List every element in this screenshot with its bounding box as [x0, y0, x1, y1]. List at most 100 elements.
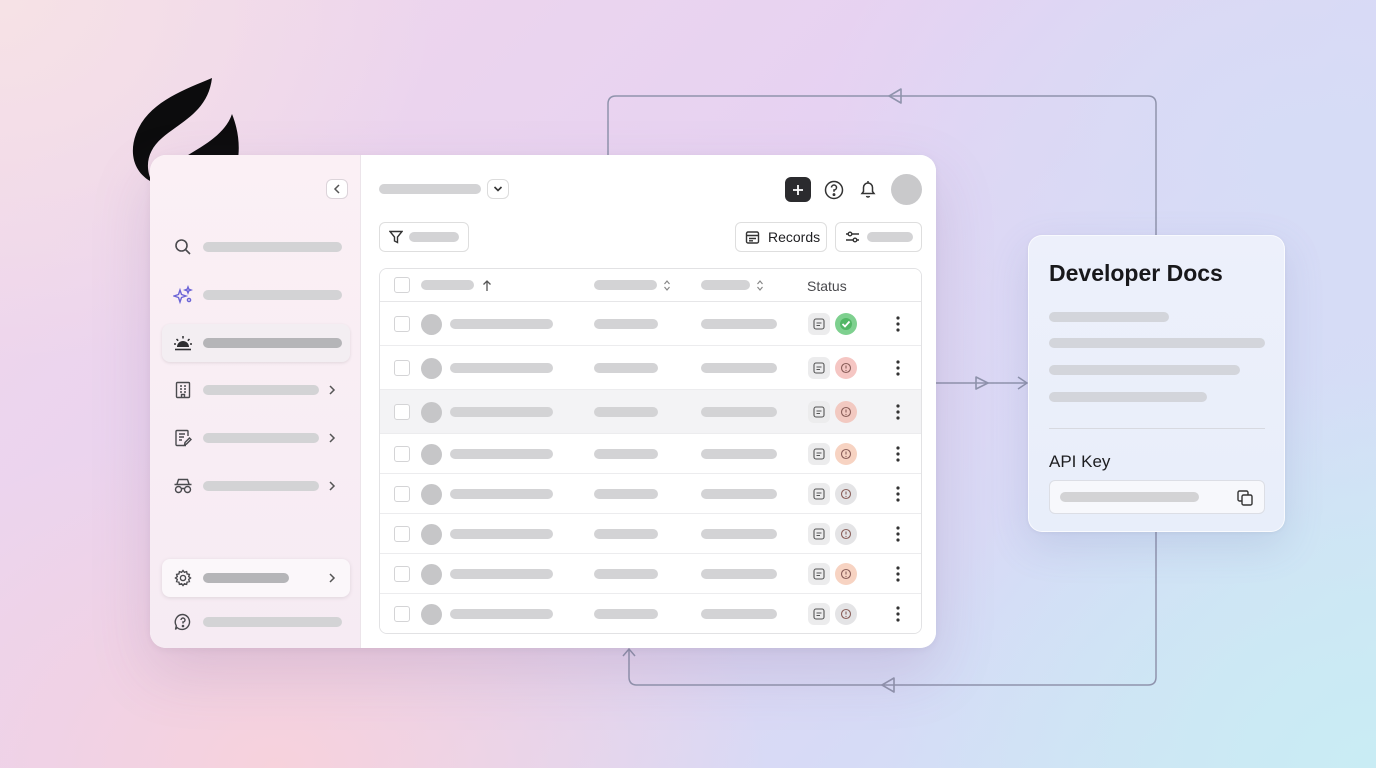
- row-cell: [701, 569, 777, 579]
- api-key-field[interactable]: [1049, 480, 1265, 514]
- chevron-right-icon: [329, 481, 336, 491]
- sidebar-item-label: [203, 242, 342, 252]
- column-header-name[interactable]: [421, 280, 474, 290]
- row-name: [450, 407, 553, 417]
- column-header-2[interactable]: [594, 280, 657, 290]
- row-checkbox[interactable]: [394, 606, 410, 622]
- filter-button[interactable]: [379, 222, 469, 252]
- sort-up-icon[interactable]: [482, 279, 492, 292]
- row-checkbox[interactable]: [394, 360, 410, 376]
- column-header-3[interactable]: [701, 280, 750, 290]
- status-indicator-icon: [835, 483, 857, 505]
- table-body: [380, 302, 921, 633]
- row-menu-icon[interactable]: [892, 484, 904, 504]
- add-button[interactable]: [785, 177, 811, 202]
- table-row[interactable]: [380, 434, 921, 474]
- row-menu-icon[interactable]: [892, 402, 904, 422]
- select-all-checkbox[interactable]: [394, 277, 410, 293]
- docs-divider: [1049, 428, 1265, 429]
- docs-text-line: [1049, 392, 1207, 402]
- collapse-sidebar-button[interactable]: [326, 179, 348, 199]
- row-cell: [594, 529, 658, 539]
- sidebar: [150, 155, 361, 648]
- row-checkbox[interactable]: [394, 404, 410, 420]
- table-row[interactable]: [380, 514, 921, 554]
- sidebar-item-label: [203, 573, 289, 583]
- bell-icon[interactable]: [857, 178, 879, 200]
- table-row[interactable]: [380, 474, 921, 514]
- sidebar-item-label: [203, 338, 342, 348]
- row-menu-icon[interactable]: [892, 314, 904, 334]
- row-checkbox[interactable]: [394, 566, 410, 582]
- sort-both-icon[interactable]: [663, 279, 671, 292]
- row-checkbox[interactable]: [394, 446, 410, 462]
- chevron-left-icon: [333, 184, 340, 194]
- source-icon: [808, 313, 830, 335]
- row-cell: [594, 609, 658, 619]
- row-menu-icon[interactable]: [892, 524, 904, 544]
- sidebar-item-settings[interactable]: [162, 559, 350, 597]
- column-header-status[interactable]: Status: [807, 278, 847, 294]
- page-switcher-button[interactable]: [487, 179, 509, 199]
- help-circle-icon[interactable]: [823, 179, 845, 201]
- sidebar-item-label: [203, 433, 319, 443]
- table-row[interactable]: [380, 390, 921, 434]
- view-settings-button[interactable]: [835, 222, 922, 252]
- row-cell: [701, 489, 777, 499]
- api-key-label: API Key: [1049, 452, 1111, 471]
- row-avatar: [421, 523, 442, 545]
- copy-icon[interactable]: [1236, 489, 1254, 507]
- filter-icon: [389, 230, 403, 244]
- help-circle-icon: [172, 611, 194, 633]
- row-menu-icon[interactable]: [892, 358, 904, 378]
- row-name: [450, 569, 553, 579]
- sidebar-item-label: [203, 290, 342, 300]
- app-window: Records Status: [150, 155, 936, 648]
- row-name: [450, 449, 553, 459]
- chevron-right-icon: [329, 385, 336, 395]
- status-indicator-icon: [835, 563, 857, 585]
- row-menu-icon[interactable]: [892, 444, 904, 464]
- row-name: [450, 489, 553, 499]
- row-avatar: [421, 401, 442, 423]
- row-cell: [701, 609, 777, 619]
- filter-label: [409, 232, 459, 242]
- sidebar-item-active[interactable]: [162, 324, 350, 362]
- row-cell: [701, 319, 777, 329]
- row-checkbox[interactable]: [394, 526, 410, 542]
- sidebar-item-help[interactable]: [162, 603, 350, 641]
- row-name: [450, 609, 553, 619]
- row-menu-icon[interactable]: [892, 564, 904, 584]
- sidebar-item-label: [203, 385, 319, 395]
- row-checkbox[interactable]: [394, 486, 410, 502]
- view-settings-label: [867, 232, 913, 242]
- table-row[interactable]: [380, 554, 921, 594]
- sidebar-item-search[interactable]: [162, 228, 350, 266]
- sidebar-item-private[interactable]: [162, 467, 350, 505]
- sort-both-icon[interactable]: [756, 279, 764, 292]
- gear-icon: [172, 567, 194, 589]
- sidebar-item-documents[interactable]: [162, 419, 350, 457]
- row-cell: [701, 407, 777, 417]
- records-button[interactable]: Records: [735, 222, 827, 252]
- table-row[interactable]: [380, 346, 921, 390]
- row-cell: [701, 449, 777, 459]
- search-icon: [172, 236, 194, 258]
- source-icon: [808, 563, 830, 585]
- table-row[interactable]: [380, 302, 921, 346]
- row-avatar: [421, 603, 442, 625]
- calendar-icon: [745, 230, 760, 244]
- row-menu-icon[interactable]: [892, 604, 904, 624]
- status-indicator-icon: [835, 443, 857, 465]
- row-checkbox[interactable]: [394, 316, 410, 332]
- avatar[interactable]: [891, 174, 922, 205]
- row-name: [450, 529, 553, 539]
- sliders-icon: [846, 231, 859, 243]
- docs-text-line: [1049, 338, 1265, 348]
- sidebar-item-ai[interactable]: [162, 276, 350, 314]
- row-name: [450, 319, 553, 329]
- row-cell: [701, 363, 777, 373]
- sidebar-item-buildings[interactable]: [162, 371, 350, 409]
- row-cell: [594, 319, 658, 329]
- table-row[interactable]: [380, 594, 921, 633]
